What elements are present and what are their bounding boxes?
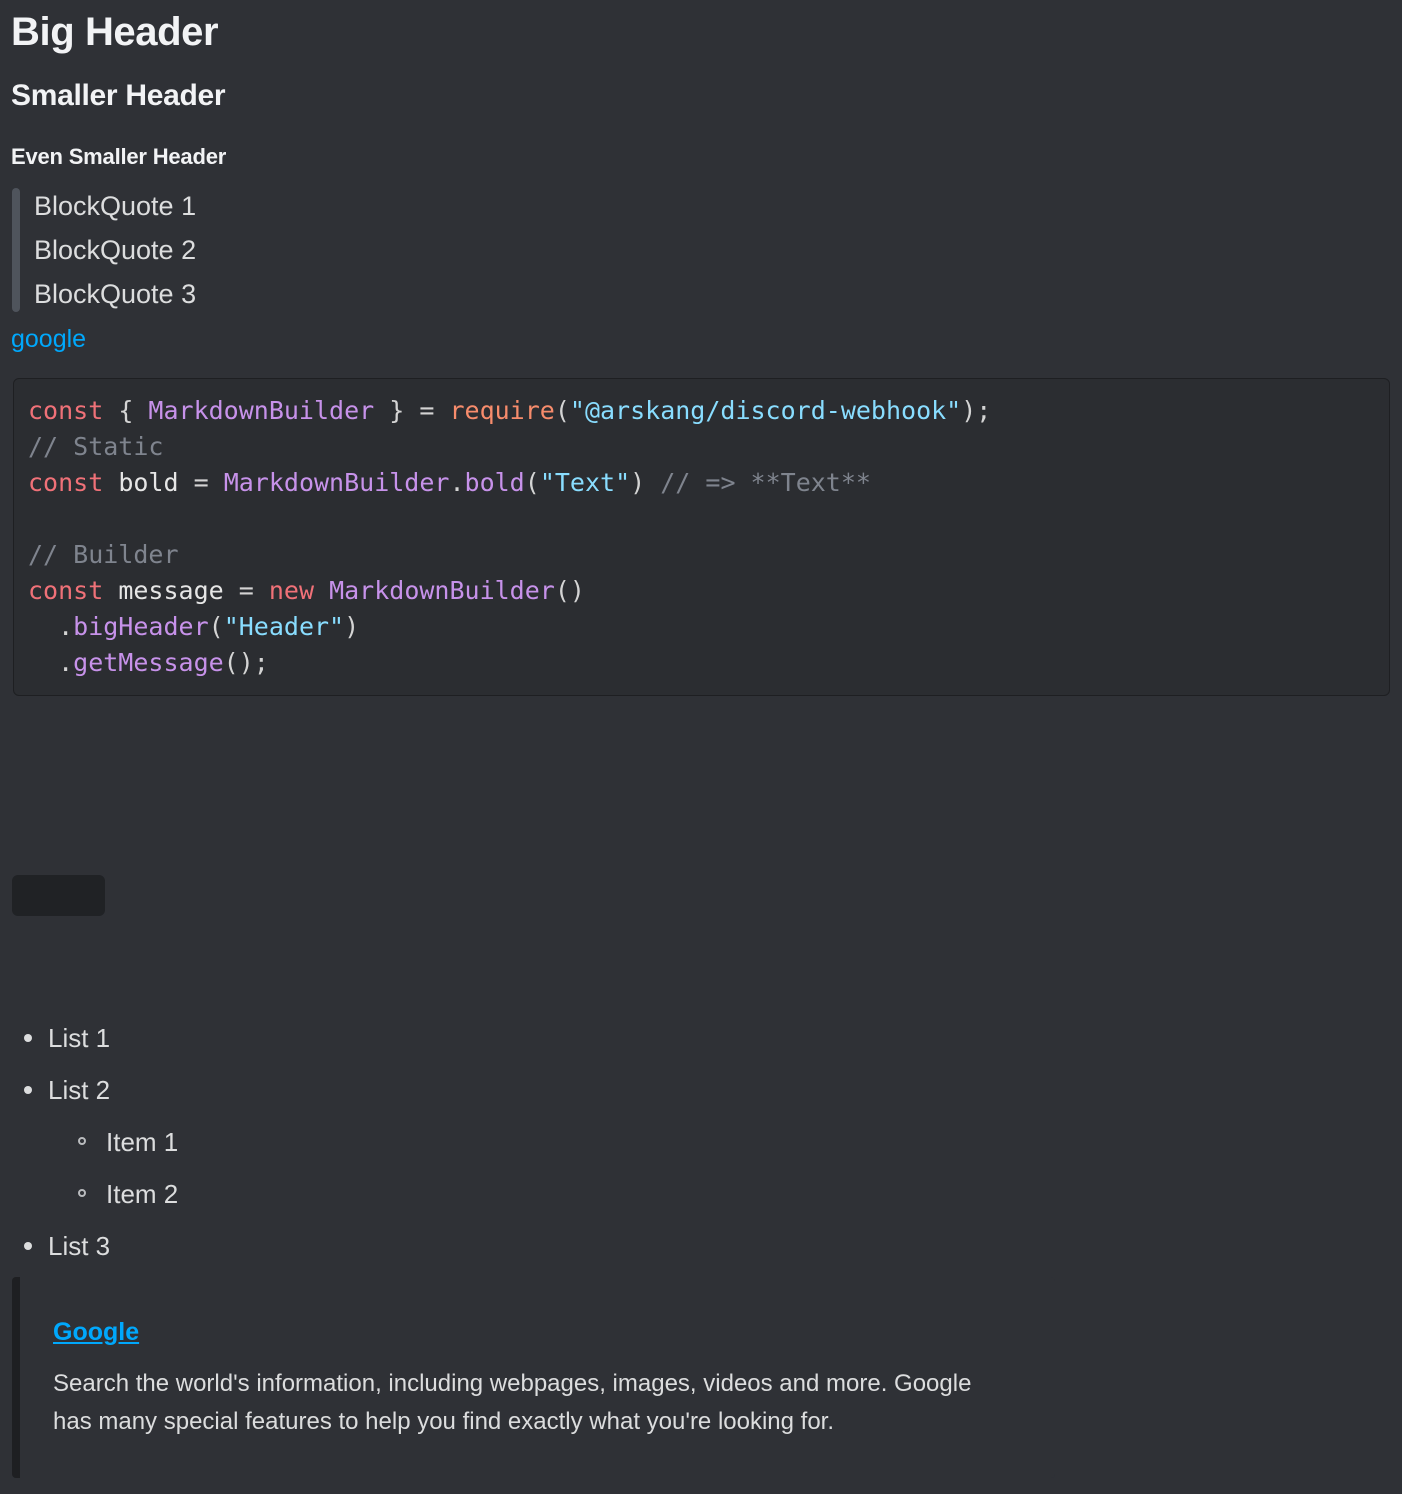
list-item-label: Item 1 [106,1127,179,1157]
list-level-1: List 1 List 2 Item 1 Item 2 List 3 [0,1012,700,1272]
code-token: new [268,576,314,606]
section-title-smaller-header: Smaller Header [11,79,226,112]
list-item-label: List 3 [48,1231,111,1261]
code-token: bigHeader [73,612,209,642]
code-token: bold [103,468,194,498]
code-token: ) [630,468,661,498]
bullet-icon [24,1086,32,1094]
bullet-icon [24,1034,32,1042]
code-token: MarkdownBuilder [329,576,555,606]
list-item: Item 1 [78,1116,700,1168]
code-token: ); [961,396,992,426]
code-token: require [449,396,555,426]
code-token: message [103,576,239,606]
code-token: } [374,396,420,426]
code-token: const [28,468,104,498]
code-token: // Static [28,432,164,462]
list-item-label: List 2 [48,1075,111,1105]
code-token: getMessage [73,648,224,678]
code-token: // => **Text** [660,468,871,498]
code-token: = [238,576,269,606]
code-block-content: const { MarkdownBuilder } = require("@ar… [28,393,1373,681]
code-token: { [103,396,149,426]
embed-body: Google Search the world's information, i… [20,1277,1055,1461]
section-title-even-smaller-header: Even Smaller Header [11,144,227,169]
code-token: ( [554,396,570,426]
google-link[interactable]: google [11,325,86,353]
blockquote-accent-bar [12,188,20,313]
code-token: = [193,468,224,498]
code-token: . [449,468,465,498]
code-token: "Text" [539,468,631,498]
embed-description: Search the world's information, includin… [53,1370,972,1435]
code-block: const { MarkdownBuilder } = require("@ar… [13,378,1390,697]
code-token: = [419,396,450,426]
code-token: ) [344,612,360,642]
empty-inline-code-box [12,875,105,916]
code-token: () [554,576,585,606]
list-item: List 2 Item 1 Item 2 [24,1064,700,1220]
code-token: const [28,576,104,606]
list-item-label: Item 2 [106,1179,179,1209]
bullet-list: List 1 List 2 Item 1 Item 2 List 3 [0,1012,700,1272]
hollow-bullet-icon [78,1189,86,1197]
page-title-big-header: Big Header [11,10,219,54]
list-item: List 1 [24,1012,700,1064]
embed-card[interactable]: Google Search the world's information, i… [12,1277,1055,1478]
code-token: (); [223,648,269,678]
code-token: bold [464,468,525,498]
code-token: ( [524,468,540,498]
link-paragraph: google [0,316,1402,356]
code-token: MarkdownBuilder [148,396,375,426]
hollow-bullet-icon [78,1137,86,1145]
blockquote-line: BlockQuote 1 [34,191,197,222]
code-token: . [28,612,74,642]
embed-title-link[interactable]: Google [53,1317,139,1347]
code-token: "@arskang/discord-webhook" [569,396,962,426]
list-item: List 3 [24,1220,700,1272]
code-token: // Builder [28,540,179,570]
code-token: . [28,648,74,678]
blockquote: BlockQuote 1 BlockQuote 2 BlockQuote 3 [0,184,1402,316]
blockquote-line: BlockQuote 3 [34,279,197,310]
blockquote-line: BlockQuote 2 [34,235,197,266]
code-token: const [28,396,104,426]
code-token: "Header" [223,612,345,642]
code-token: MarkdownBuilder [223,468,450,498]
list-level-2: Item 1 Item 2 [48,1116,700,1220]
bullet-icon [24,1242,32,1250]
list-item-label: List 1 [48,1023,111,1053]
code-token: ( [208,612,224,642]
markdown-preview-page: Big Header Smaller Header Even Smaller H… [0,0,1402,1494]
list-item: Item 2 [78,1168,700,1220]
